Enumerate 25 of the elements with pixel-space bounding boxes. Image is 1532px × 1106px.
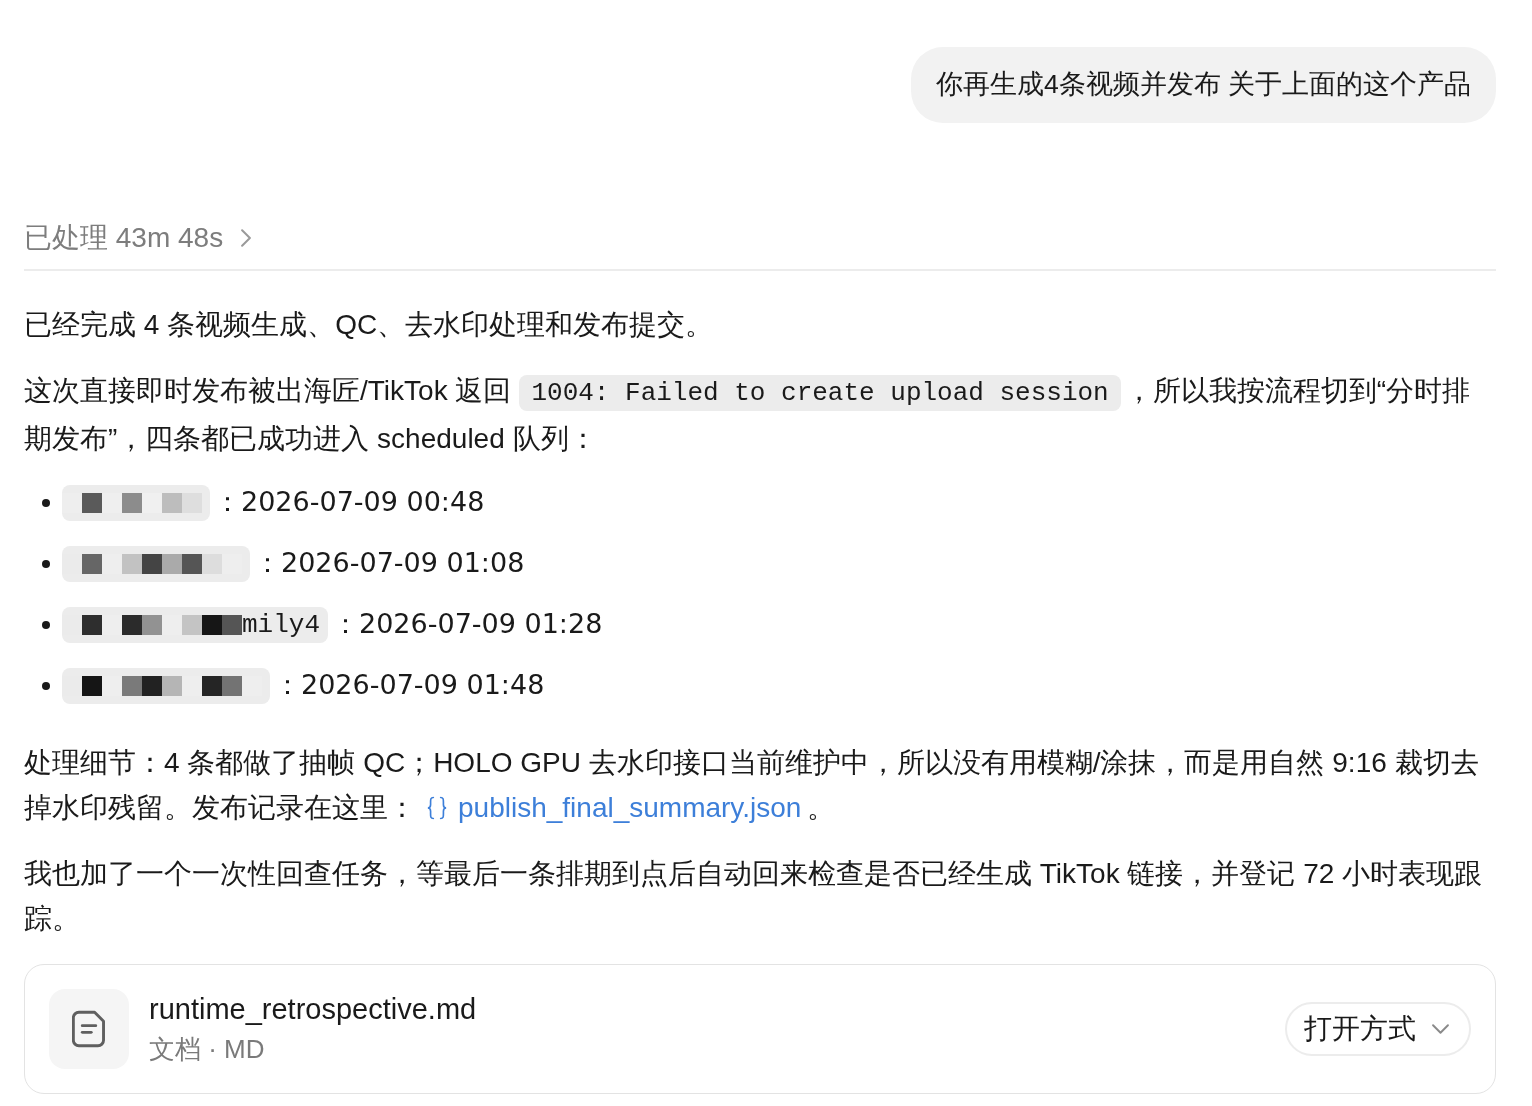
file-name: runtime_retrospective.md bbox=[149, 992, 477, 1027]
paragraph: 这次直接即时发布被出海匠/TikTok 返回 1004: Failed to create upload session ，所以我按流程切到“分时排期发布”，四条都已成功进入 scheduled 队列： bbox=[24, 374, 1472, 456]
bullet-icon bbox=[42, 620, 50, 629]
paragraph: 处理细节：4 条都做了抽帧 QC；HOLO GPU 去水印接口当前维护中，所以没有用模糊/涂抹，而是用自然 9:16 裁切去掉水印残留。发布记录在这里： publish_final_summary.json 。 bbox=[24, 746, 1480, 825]
bullet-icon bbox=[42, 559, 50, 568]
inline-code: 1004: Failed to create upload session bbox=[519, 375, 1121, 411]
chevron-right-icon bbox=[241, 229, 252, 247]
bullet-icon bbox=[42, 498, 50, 507]
processing-time-toggle[interactable]: 已处理 43m 48s bbox=[24, 218, 252, 258]
chevron-down-icon bbox=[1432, 1024, 1449, 1034]
paragraph: 我也加了一个一次性回查任务，等最后一条排期到点后自动回来检查是否已经生成 TikTok 链接，并登记 72 小时表现跟踪。 bbox=[24, 857, 1484, 936]
braces-icon bbox=[426, 795, 448, 821]
schedule-time: ：2026-07-09 01:48 bbox=[274, 668, 545, 703]
schedule-time: ：2026-07-09 01:08 bbox=[254, 546, 525, 581]
bullet-icon bbox=[42, 681, 50, 690]
paragraph: 已经完成 4 条视频生成、QC、去水印处理和发布提交。 bbox=[24, 308, 715, 342]
code-text: mily4 bbox=[242, 608, 320, 642]
file-link[interactable]: publish_final_summary.json bbox=[426, 792, 802, 823]
open-with-button[interactable]: 打开方式 bbox=[1285, 1002, 1471, 1056]
document-icon bbox=[49, 989, 129, 1069]
schedule-time: ：2026-07-09 00:48 bbox=[214, 485, 485, 520]
user-message-bubble: 你再生成4条视频并发布 关于上面的这个产品 bbox=[910, 47, 1496, 123]
schedule-time: ：2026-07-09 01:28 bbox=[332, 607, 603, 642]
file-type: 文档 · MD bbox=[149, 1033, 266, 1066]
file-card[interactable]: runtime_retrospective.md 文档 · MD 打开方式 bbox=[24, 964, 1496, 1094]
